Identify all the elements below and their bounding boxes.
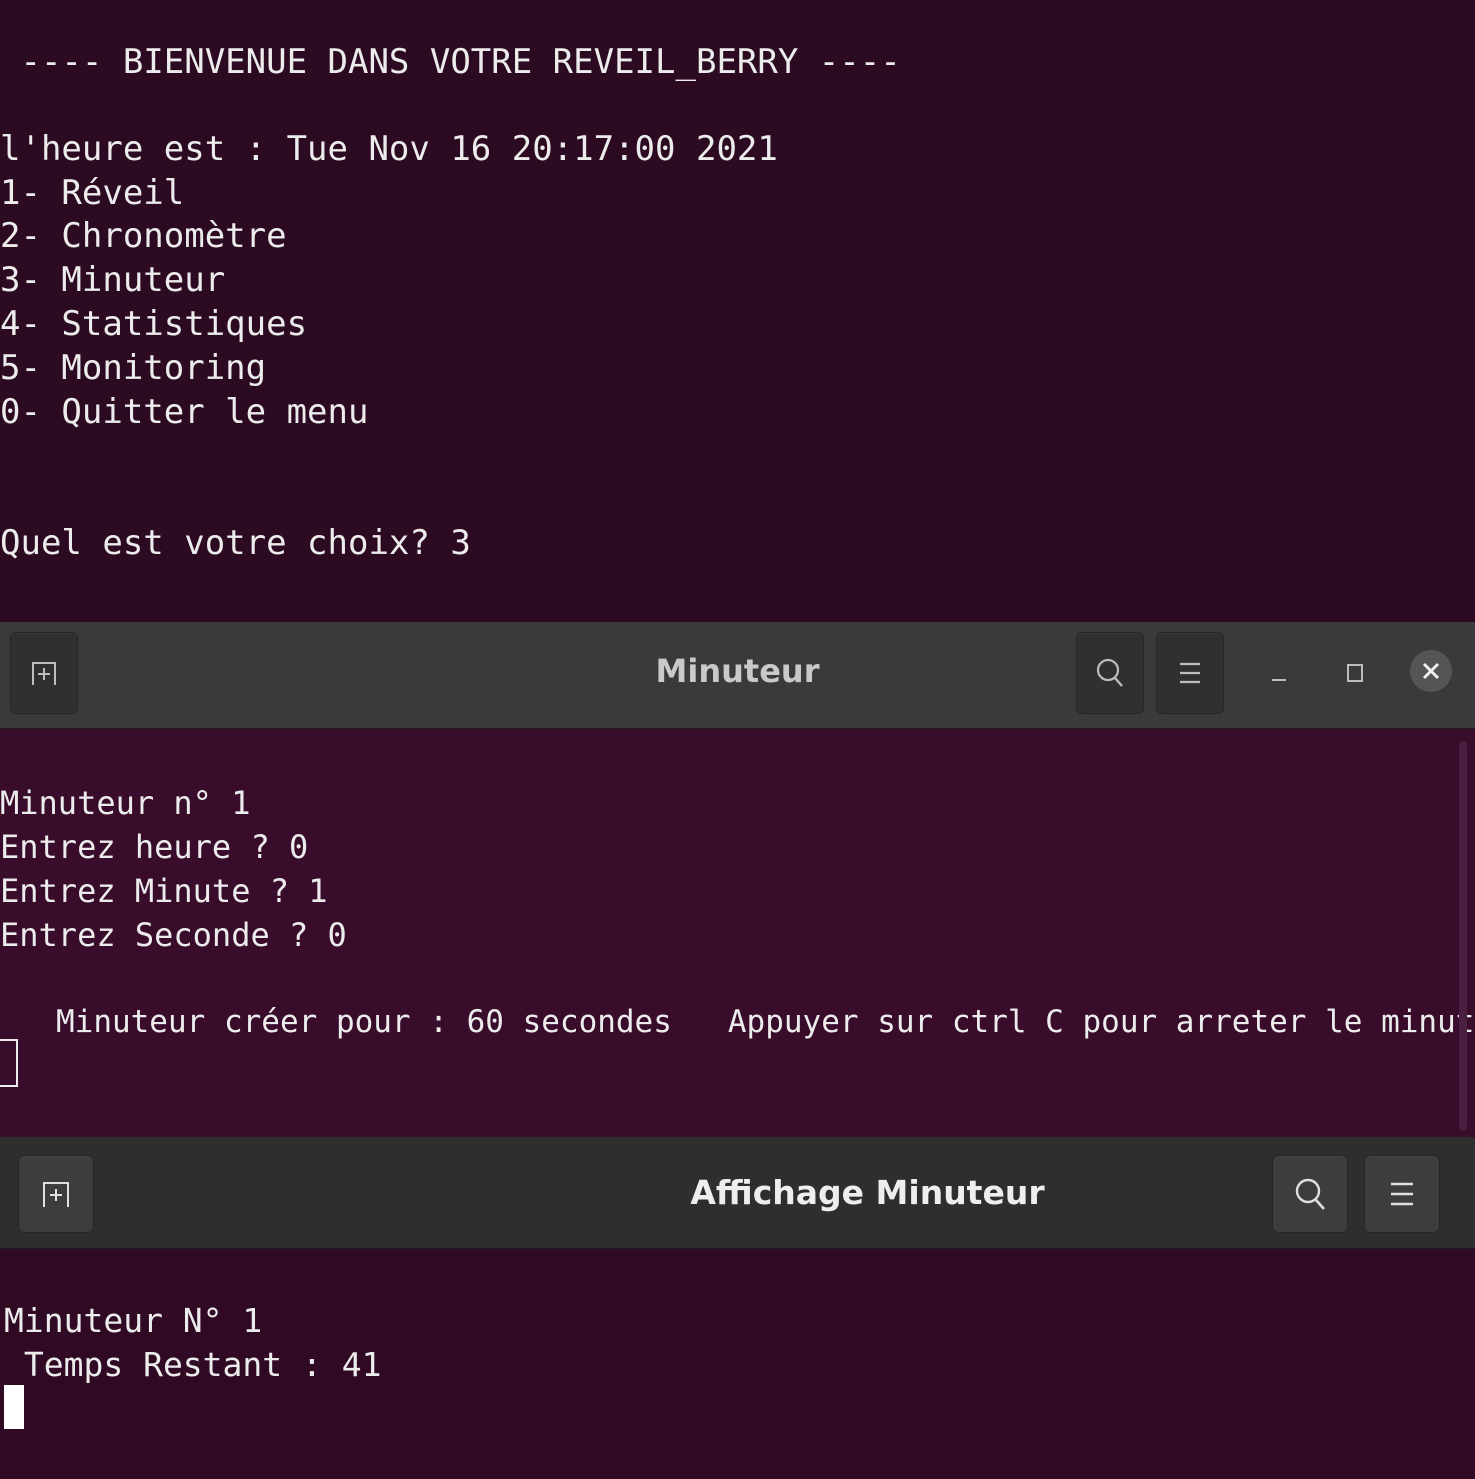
minuteur-titlebar: Minuteur [0,622,1475,729]
minuteur-number-line: Minuteur n° 1 [0,784,251,822]
entrez-heure-line: Entrez heure ? 0 [0,828,309,866]
hamburger-menu-icon [1391,1182,1413,1206]
close-icon [1422,662,1440,680]
affichage-minuteur-window: Affichage Minuteur Minuteur N° 1 Temps R… [0,1137,1475,1479]
menu-item-chronometre: 2- Chronomètre [0,216,287,256]
minuteur-status-line: Minuteur créer pour : 60 secondes Appuye… [0,1004,1475,1040]
maximize-button[interactable] [1342,660,1368,686]
choice-prompt: Quel est votre choix? 3 [0,523,471,563]
maximize-icon [1347,664,1363,682]
search-icon [1295,1178,1325,1210]
new-tab-icon [43,1182,69,1207]
search-button-2[interactable] [1272,1155,1348,1233]
text-cursor-block [4,1385,24,1429]
menu-item-quitter: 0- Quitter le menu [0,392,369,432]
menu-button[interactable] [1156,632,1224,714]
minuteur-n-line: Minuteur N° 1 [4,1301,263,1340]
minimize-icon [1272,679,1286,681]
entrez-minute-line: Entrez Minute ? 1 [0,872,328,910]
text-cursor [0,1039,18,1087]
menu-item-monitoring: 5- Monitoring [0,348,267,388]
minuteur-window: Minuteur Minuteur n° 1 Entrez heure ? 0 … [0,622,1475,1138]
minuteur-terminal[interactable]: Minuteur n° 1 Entrez heure ? 0 Entrez Mi… [0,729,1475,1138]
close-button[interactable] [1410,650,1452,692]
minimize-button[interactable] [1266,662,1292,688]
new-tab-button-2[interactable] [18,1155,94,1233]
scrollbar[interactable] [1459,741,1467,1131]
menu-item-minuteur: 3- Minuteur [0,260,226,300]
minuteur-window-title: Minuteur [655,652,820,690]
search-button[interactable] [1076,632,1144,714]
temps-restant-line: Temps Restant : 41 [4,1345,382,1384]
hamburger-menu-icon [1180,662,1200,684]
time-line: l'heure est : Tue Nov 16 20:17:00 2021 [0,129,778,169]
banner-text: ---- BIENVENUE DANS VOTRE REVEIL_BERRY -… [0,42,901,82]
menu-item-statistiques: 4- Statistiques [0,304,308,344]
entrez-seconde-line: Entrez Seconde ? 0 [0,916,347,954]
main-terminal[interactable]: ---- BIENVENUE DANS VOTRE REVEIL_BERRY -… [0,0,1475,622]
affichage-terminal[interactable]: Minuteur N° 1 Temps Restant : 41 [0,1249,1475,1479]
search-icon [1096,658,1123,687]
menu-item-reveil: 1- Réveil [0,173,185,213]
menu-button-2[interactable] [1364,1155,1440,1233]
affichage-titlebar: Affichage Minuteur [0,1137,1475,1249]
